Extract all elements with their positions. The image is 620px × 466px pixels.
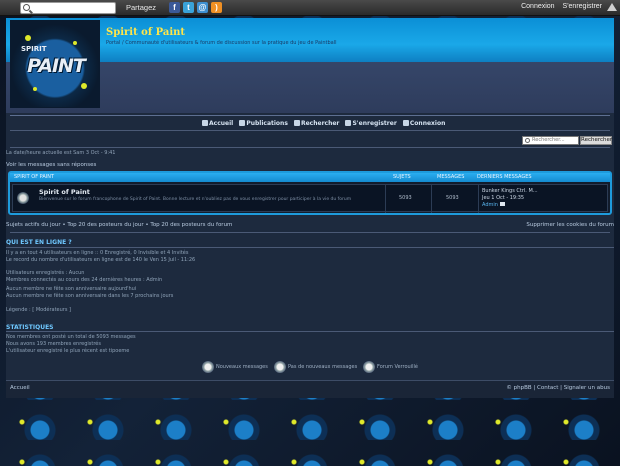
search-icon	[525, 138, 530, 143]
top-toolbar: Partagez f t @ ) Connexion S'enregistrer	[0, 0, 620, 16]
forum-container: SPIRIT PAINT Spirit of Paint Portal / Co…	[6, 18, 614, 398]
register-link[interactable]: S'enregistrer	[563, 3, 602, 10]
divider	[10, 130, 610, 131]
nav-register[interactable]: S'enregistrer	[345, 120, 397, 127]
online-line: Il y a en tout 4 utilisateurs en ligne :…	[6, 250, 189, 256]
login-link[interactable]: Connexion	[521, 3, 554, 10]
forum-header: SPIRIT PAINT Spirit of Paint Portal / Co…	[6, 18, 614, 113]
online-record: Le record du nombre d'utilisateurs en li…	[6, 257, 196, 263]
date-line: La date/heure actuelle est Sam 3 Oct - 9…	[6, 150, 116, 156]
divider	[10, 115, 610, 116]
forum-category-table: SPIRIT OF PAINT SUJETS MESSAGES DERNIERS…	[8, 171, 612, 215]
active-topics-links[interactable]: Sujets actifs du jour • Top 20 des poste…	[6, 222, 232, 228]
search-button[interactable]: Rechercher	[580, 136, 612, 145]
search-icon	[23, 4, 30, 11]
online-24h: Membres connectés au cours des 24 derniè…	[6, 277, 163, 283]
logo-small-text: SPIRIT	[21, 45, 47, 53]
user-add-icon	[345, 120, 352, 126]
home-icon	[202, 120, 208, 126]
stats-newest: L'utilisateur enregistré le plus récent …	[6, 348, 130, 354]
top-account-links: Connexion S'enregistrer	[515, 3, 602, 10]
stats-members: Nous avons 193 membres enregistrés	[6, 341, 101, 347]
go-to-post-icon[interactable]	[499, 202, 505, 206]
share-label: Partagez	[126, 3, 157, 12]
col-posts-header: MESSAGES	[437, 174, 465, 180]
site-description: Portal / Communauté d'utilisateurs & for…	[106, 40, 337, 46]
divider	[6, 247, 614, 248]
unanswered-link[interactable]: Voir les messages sans réponses	[6, 162, 96, 168]
no-new-posts-label: Pas de nouveaux messages	[288, 364, 358, 370]
facebook-icon[interactable]: f	[169, 2, 180, 13]
column-divider	[431, 185, 432, 213]
forum-description: Bienvenue sur le forum francophone de Sp…	[39, 197, 352, 202]
nav-login[interactable]: Connexion	[402, 120, 445, 127]
locked-forum-label: Forum Verrouillé	[377, 364, 418, 370]
forum-status-icon	[17, 192, 29, 204]
search-icon	[293, 120, 300, 126]
footer-links[interactable]: © phpBB | Contact | Signaler un abus	[506, 385, 610, 391]
locked-forum-icon	[363, 361, 375, 373]
online-registered: Utilisateurs enregistrés : Aucun	[6, 270, 85, 276]
nav-search[interactable]: Rechercher	[293, 120, 339, 127]
category-title[interactable]: SPIRIT OF PAINT	[14, 173, 54, 182]
col-last-header: DERNIERS MESSAGES	[477, 174, 532, 180]
column-divider	[385, 185, 386, 213]
birthday-today: Aucun membre ne fête son anniversaire au…	[6, 286, 137, 292]
forum-posts-count: 5093	[446, 195, 459, 201]
login-icon	[402, 120, 409, 126]
site-title[interactable]: Spirit of Paint	[106, 27, 185, 38]
site-logo[interactable]: SPIRIT PAINT	[10, 20, 100, 108]
rss-icon[interactable]: )	[211, 2, 222, 13]
delete-cookies-link[interactable]: Supprimer les cookies du forum	[526, 222, 614, 228]
twitter-icon[interactable]: t	[183, 2, 194, 13]
new-posts-icon	[202, 361, 214, 373]
forum-topics-count: 5093	[399, 195, 412, 201]
new-posts-label: Nouveaux messages	[216, 364, 268, 370]
column-divider	[478, 185, 479, 213]
stats-posts: Nos membres ont posté un total de 5093 m…	[6, 334, 136, 340]
scroll-top-icon[interactable]	[607, 3, 617, 11]
divider	[10, 147, 610, 148]
forum-name[interactable]: Spirit of Paint	[39, 188, 90, 196]
online-title: QUI EST EN LIGNE ?	[6, 239, 72, 246]
email-icon[interactable]: @	[197, 2, 208, 13]
last-post-title[interactable]: Bunker Kings Ctrl. M...	[482, 188, 538, 195]
last-post-date: Jeu 1 Oct - 19:35	[482, 195, 525, 201]
forum-footer: Accueil © phpBB | Contact | Signaler un …	[6, 380, 614, 398]
nav-home[interactable]: Accueil	[202, 120, 233, 127]
nav-publications[interactable]: Publications	[239, 120, 288, 127]
no-new-posts-icon	[274, 361, 286, 373]
logo-text: PAINT	[27, 55, 86, 77]
top-search-input[interactable]	[20, 2, 116, 14]
stats-title: STATISTIQUES	[6, 324, 54, 331]
category-header: SPIRIT OF PAINT SUJETS MESSAGES DERNIERS…	[10, 173, 610, 182]
forum-search-input[interactable]: Rechercher...	[522, 136, 579, 145]
divider	[6, 331, 614, 332]
footer-home-link[interactable]: Accueil	[10, 385, 30, 391]
col-topics-header: SUJETS	[393, 174, 411, 180]
birthday-week: Aucun membre ne fête son anniversaire da…	[6, 293, 174, 299]
document-icon	[239, 120, 246, 126]
last-post-author[interactable]: Admin	[482, 202, 498, 208]
last-post-info: Bunker Kings Ctrl. M... Jeu 1 Oct - 19:3…	[482, 188, 538, 209]
main-nav: Accueil Publications Rechercher S'enregi…	[202, 120, 449, 127]
forum-row[interactable]: Spirit of Paint Bienvenue sur le forum f…	[12, 184, 608, 213]
online-legend: Légende : [ Modérateurs ]	[6, 307, 71, 313]
divider	[10, 232, 610, 233]
